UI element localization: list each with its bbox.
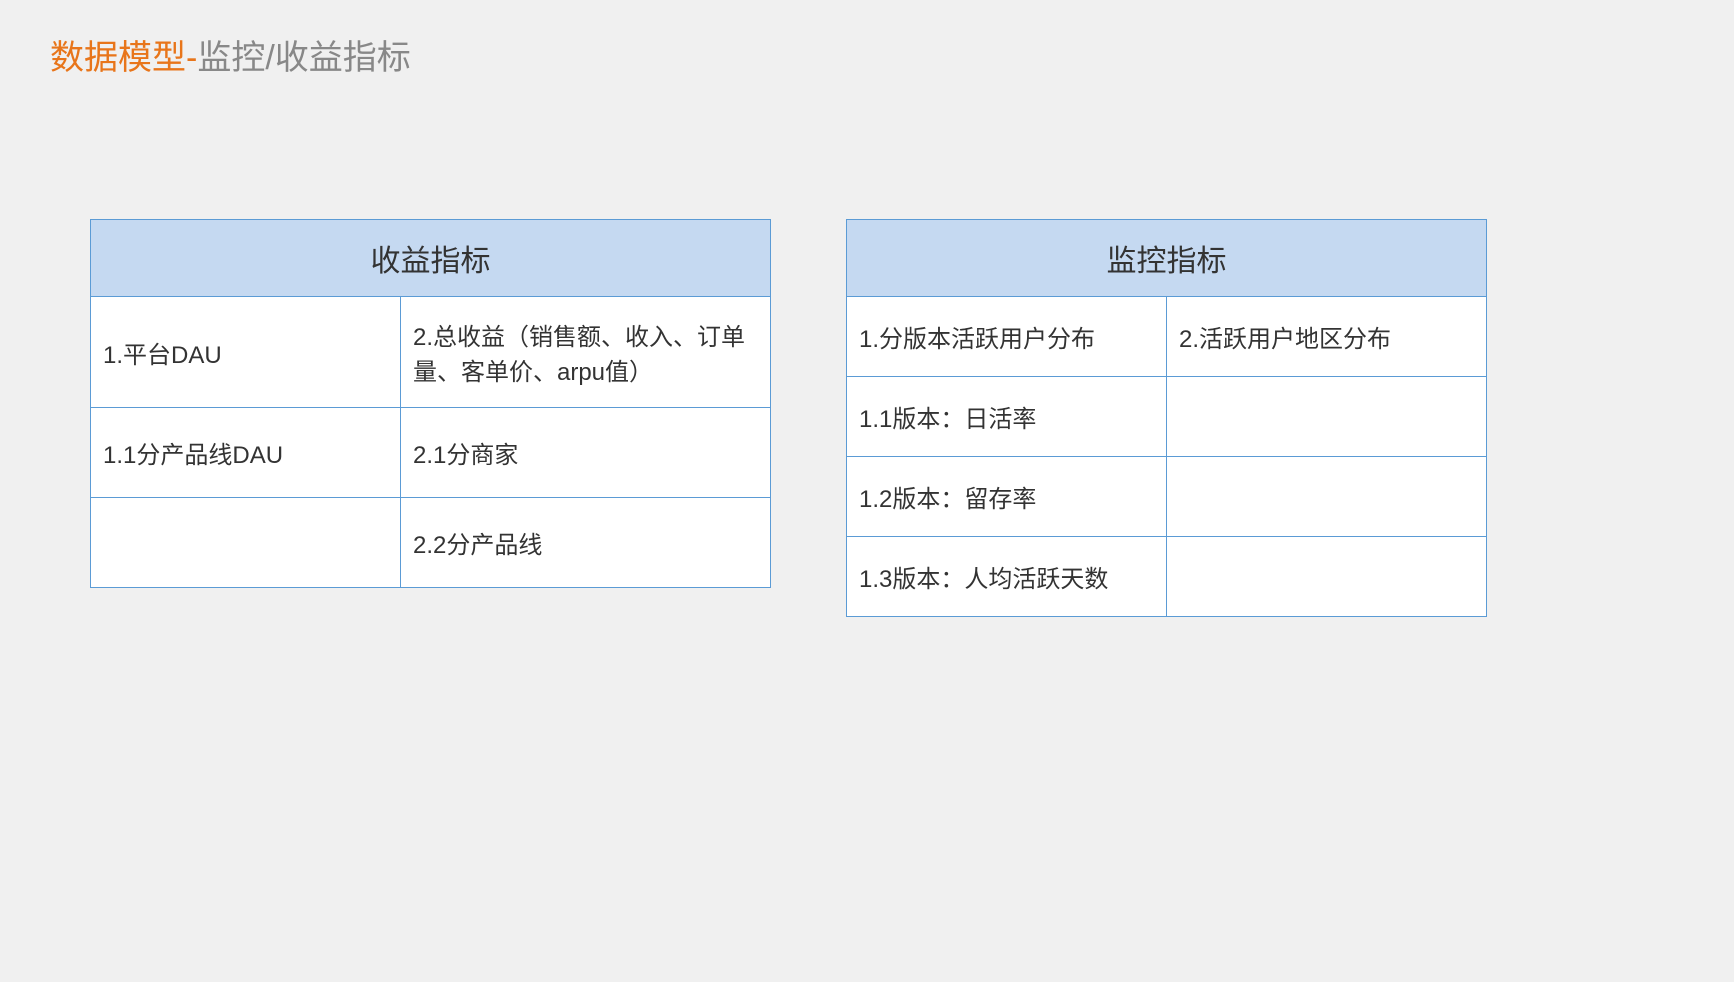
revenue-cell xyxy=(91,498,401,588)
revenue-table-wrap: 收益指标 1.平台DAU 2.总收益（销售额、收入、订单量、客单价、arpu值）… xyxy=(90,219,771,617)
revenue-table: 收益指标 1.平台DAU 2.总收益（销售额、收入、订单量、客单价、arpu值）… xyxy=(90,219,771,588)
monitor-table-wrap: 监控指标 1.分版本活跃用户分布 2.活跃用户地区分布 1.1版本：日活率 1.… xyxy=(846,219,1487,617)
slide: 数据模型-监控/收益指标 收益指标 1.平台DAU 2.总收益（销售额、收入、订… xyxy=(0,0,1734,982)
monitor-cell: 1.2版本：留存率 xyxy=(847,457,1167,537)
tables-container: 收益指标 1.平台DAU 2.总收益（销售额、收入、订单量、客单价、arpu值）… xyxy=(50,119,1684,617)
monitor-cell: 2.活跃用户地区分布 xyxy=(1167,297,1487,377)
revenue-cell: 1.1分产品线DAU xyxy=(91,408,401,498)
monitor-table: 监控指标 1.分版本活跃用户分布 2.活跃用户地区分布 1.1版本：日活率 1.… xyxy=(846,219,1487,617)
monitor-cell xyxy=(1167,537,1487,617)
page-title: 数据模型-监控/收益指标 xyxy=(50,30,1684,79)
monitor-cell: 1.1版本：日活率 xyxy=(847,377,1167,457)
monitor-cell: 1.3版本：人均活跃天数 xyxy=(847,537,1167,617)
monitor-table-header: 监控指标 xyxy=(847,220,1487,297)
revenue-cell: 1.平台DAU xyxy=(91,297,401,408)
revenue-table-header: 收益指标 xyxy=(91,220,771,297)
revenue-cell: 2.1分商家 xyxy=(401,408,771,498)
monitor-cell xyxy=(1167,377,1487,457)
title-part1: 数据模型- xyxy=(50,39,197,77)
title-part2: 监控/收益指标 xyxy=(197,39,410,77)
revenue-cell: 2.总收益（销售额、收入、订单量、客单价、arpu值） xyxy=(401,297,771,408)
monitor-cell xyxy=(1167,457,1487,537)
monitor-cell: 1.分版本活跃用户分布 xyxy=(847,297,1167,377)
revenue-cell: 2.2分产品线 xyxy=(401,498,771,588)
